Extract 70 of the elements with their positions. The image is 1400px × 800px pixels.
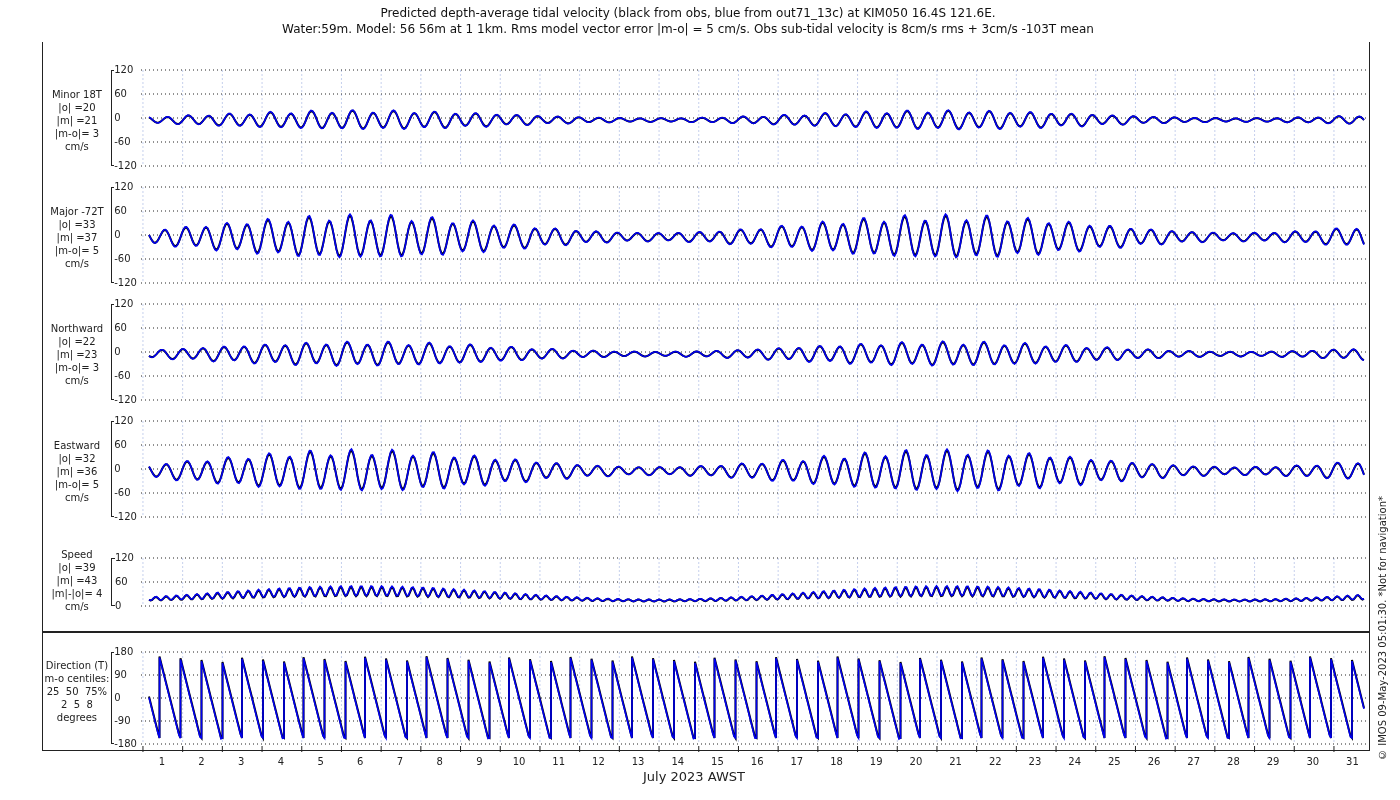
y-tick-label: 60 [114,88,128,100]
y-tick-label: 90 [114,669,128,681]
x-tick-label: 13 [630,755,646,769]
y-tick-label: 120 [114,552,134,564]
x-tick-label: 4 [276,755,286,769]
x-tick-label: 18 [829,755,844,769]
x-tick-label: 5 [316,755,325,769]
x-tick-label: 3 [237,755,246,769]
y-tick-label: -60 [114,253,132,265]
y-tick-label: -120 [114,277,137,289]
x-tick-label: 7 [395,755,405,769]
x-tick-label: 29 [1265,755,1281,769]
x-tick-label: 10 [511,755,527,769]
x-tick-label: 28 [1226,755,1241,769]
y-tick-label: -120 [114,394,137,406]
y-tick-label: 0 [114,463,122,475]
x-tick-label: 31 [1345,755,1360,769]
x-tick-label: 25 [1106,755,1122,769]
x-tick-label: 11 [551,755,567,769]
y-tick-label: 0 [114,112,122,124]
y-tick-label: 0 [114,600,123,612]
x-tick-label: 30 [1305,755,1321,769]
x-tick-label: 14 [670,755,686,769]
y-tick-label: 60 [114,576,129,588]
panel-label: Major -72T |o| =33 |m| =37 |m-o|= 5 cm/s [50,205,104,270]
y-tick-label: 60 [114,322,128,334]
y-tick-label: -60 [114,487,132,499]
y-tick-label: -60 [114,370,132,382]
x-tick-label: 21 [948,755,963,769]
x-tick-label: 19 [868,755,884,769]
x-tick-label: 26 [1146,755,1162,769]
x-tick-label: 17 [789,755,805,769]
x-tick-label: 8 [435,755,444,769]
x-tick-label: 9 [475,755,484,769]
y-tick-label: -60 [114,136,132,148]
y-tick-label: 120 [114,64,135,76]
panel-label: Minor 18T |o| =20 |m| =21 |m-o|= 3 cm/s [51,88,102,153]
panel-label: Eastward |o| =32 |m| =36 |m-o|= 5 cm/s [53,439,101,504]
x-tick-label: 22 [987,755,1003,769]
y-tick-label: 120 [114,298,135,310]
credit-text: © IMOS 09-May-2023 05:01:30. *Not for navigation* [1376,496,1389,760]
x-tick-label: 24 [1067,755,1082,769]
panel-label: Direction (T) m-o centiles: 25 50 75% 2 5 8 degrees [44,659,110,724]
y-tick-label: -180 [114,738,137,750]
y-tick-label: 120 [114,415,135,427]
x-tick-label: 6 [356,755,365,769]
panel-label: Northward |o| =22 |m| =23 |m-o|= 3 cm/s [50,322,104,387]
x-tick-label: 23 [1027,755,1043,769]
chart-title: Water:59m. Model: 56 56m at 1 1km. Rms model vector error |m-o| = 5 cm/s. Obs sub-tidal velocity is 8cm/s rms + 3cm/s -103T mean [282,21,1094,37]
x-tick-label: 1 [157,755,167,769]
y-tick-label: 60 [114,439,128,451]
x-tick-label: 20 [908,755,924,769]
y-tick-label: 0 [114,346,122,358]
y-tick-label: 180 [114,646,135,658]
x-tick-label: 16 [749,755,765,769]
panel-label: Speed |o| =39 |m| =43 |m|-|o|= 4 cm/s [51,548,103,613]
x-axis-label: July 2023 AWST [643,769,745,785]
x-tick-label: 12 [591,755,606,769]
x-tick-label: 2 [197,755,206,769]
x-tick-label: 27 [1186,755,1202,769]
y-tick-label: 60 [114,205,128,217]
x-tick-label: 15 [710,755,725,769]
y-tick-label: 120 [114,181,135,193]
y-tick-label: -120 [114,160,137,172]
chart-title: Predicted depth-average tidal velocity (black from obs, blue from out71_13c) at KIM050 16.4S 121.6E. [380,5,996,21]
y-tick-label: 0 [114,692,122,704]
y-tick-label: -90 [114,715,132,727]
y-tick-label: -120 [114,511,137,523]
y-tick-label: 0 [114,229,122,241]
y-axis [110,558,115,606]
